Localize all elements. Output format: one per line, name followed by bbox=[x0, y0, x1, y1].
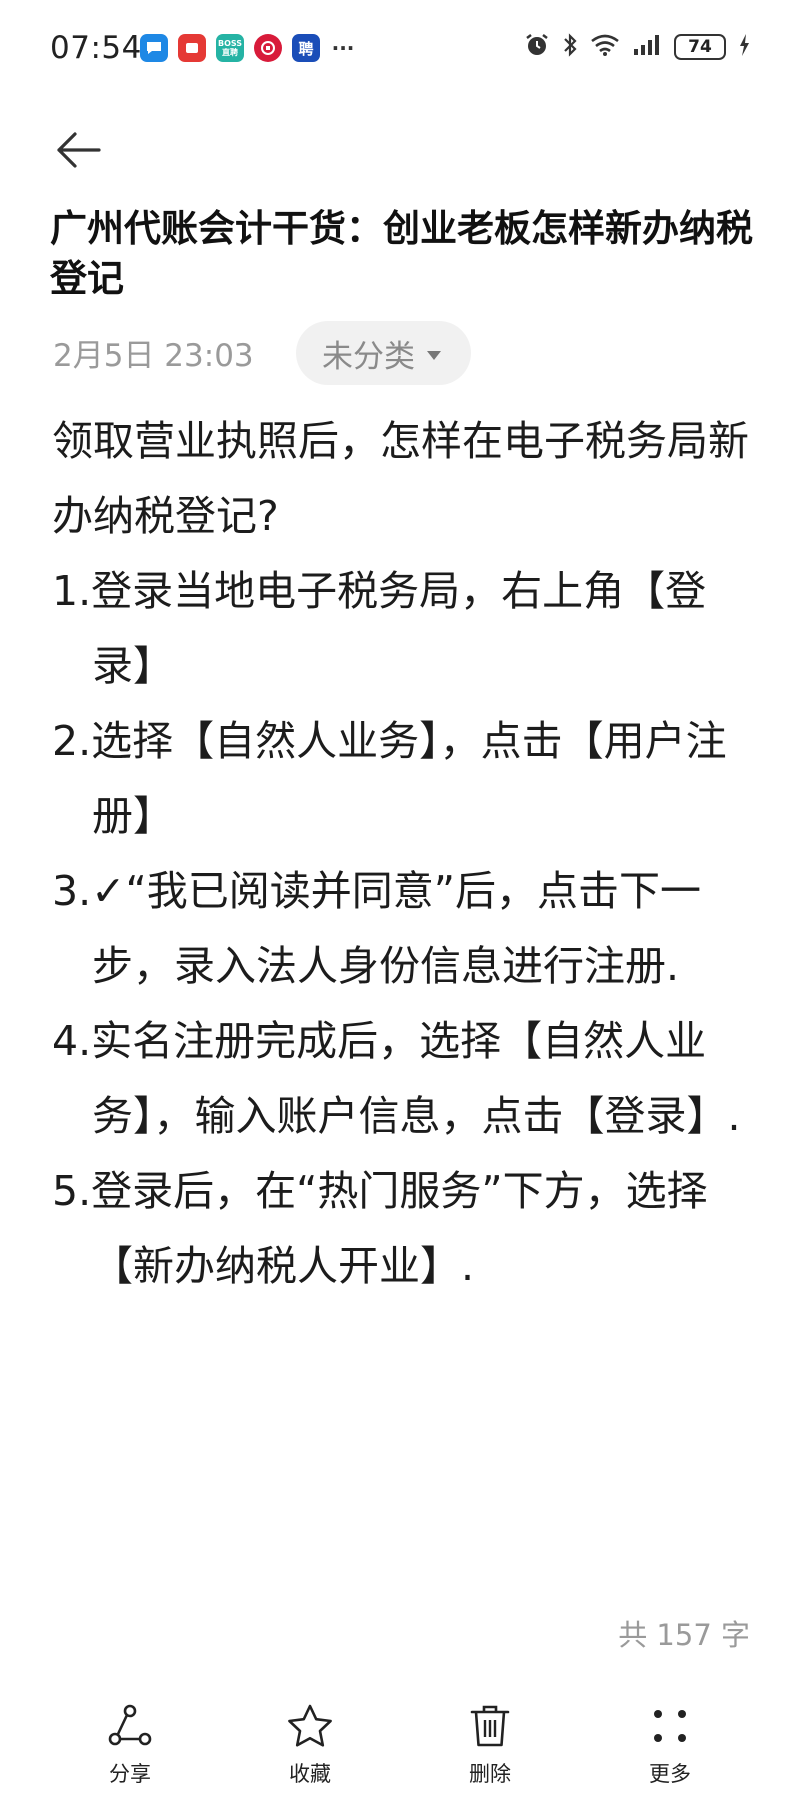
trash-icon bbox=[464, 1700, 516, 1752]
signal-icon bbox=[632, 33, 662, 61]
status-bar: 07:54 BOSS 直聘 聘 ··· 74 bbox=[0, 0, 800, 100]
note-body[interactable]: 领取营业执照后，怎样在电子税务局新办纳税登记? 1.登录当地电子税务局，右上角【… bbox=[52, 404, 760, 1304]
caret-down-icon bbox=[427, 350, 441, 360]
wifi-icon bbox=[590, 33, 620, 61]
chat-app-icon bbox=[140, 34, 168, 62]
delete-button[interactable]: 删除 bbox=[430, 1700, 550, 1806]
system-icons: 74 bbox=[524, 32, 750, 62]
more-dots-icon bbox=[644, 1700, 696, 1752]
favorite-label: 收藏 bbox=[289, 1762, 331, 1786]
bank-app-icon bbox=[254, 34, 282, 62]
red-app-icon bbox=[178, 34, 206, 62]
job-app-icon: 聘 bbox=[292, 34, 320, 62]
more-label: 更多 bbox=[649, 1762, 691, 1786]
more-button[interactable]: 更多 bbox=[610, 1700, 730, 1806]
note-intro: 领取营业执照后，怎样在电子税务局新办纳税登记? bbox=[52, 417, 749, 540]
star-icon bbox=[284, 1700, 336, 1752]
note-step: 1.登录当地电子税务局，右上角【登录】 bbox=[52, 567, 707, 690]
back-button[interactable] bbox=[48, 120, 108, 180]
back-arrow-icon bbox=[57, 132, 101, 168]
note-step: 3.✓“我已阅读并同意”后，点击下一步，录入法人身份信息进行注册. bbox=[52, 867, 701, 990]
word-count: 共 157 字 bbox=[618, 1618, 750, 1652]
bottom-toolbar: 分享 收藏 删除 更多 bbox=[0, 1700, 800, 1806]
notification-icons: BOSS 直聘 聘 ··· bbox=[140, 34, 356, 62]
boss-app-icon: BOSS 直聘 bbox=[216, 34, 244, 62]
note-date: 2月5日 23:03 bbox=[53, 338, 254, 374]
category-label: 未分类 bbox=[322, 338, 415, 375]
charging-icon bbox=[738, 32, 750, 62]
battery-icon: 74 bbox=[674, 34, 726, 60]
bluetooth-icon bbox=[562, 32, 578, 62]
more-notifications-icon: ··· bbox=[331, 36, 355, 60]
share-button[interactable]: 分享 bbox=[70, 1700, 190, 1806]
status-time: 07:54 bbox=[50, 30, 142, 66]
share-icon bbox=[104, 1700, 156, 1752]
favorite-button[interactable]: 收藏 bbox=[250, 1700, 370, 1806]
category-dropdown[interactable]: 未分类 bbox=[296, 321, 471, 385]
note-step: 4.实名注册完成后，选择【自然人业务】，输入账户信息，点击【登录】. bbox=[52, 1017, 741, 1140]
alarm-icon bbox=[524, 32, 550, 62]
note-title[interactable]: 广州代账会计干货：创业老板怎样新办纳税登记 bbox=[50, 204, 760, 304]
note-step: 2.选择【自然人业务】，点击【用户注册】 bbox=[52, 717, 727, 840]
delete-label: 删除 bbox=[469, 1762, 511, 1786]
note-step: 5.登录后，在“热门服务”下方，选择【新办纳税人开业】. bbox=[52, 1167, 708, 1290]
share-label: 分享 bbox=[109, 1762, 151, 1786]
